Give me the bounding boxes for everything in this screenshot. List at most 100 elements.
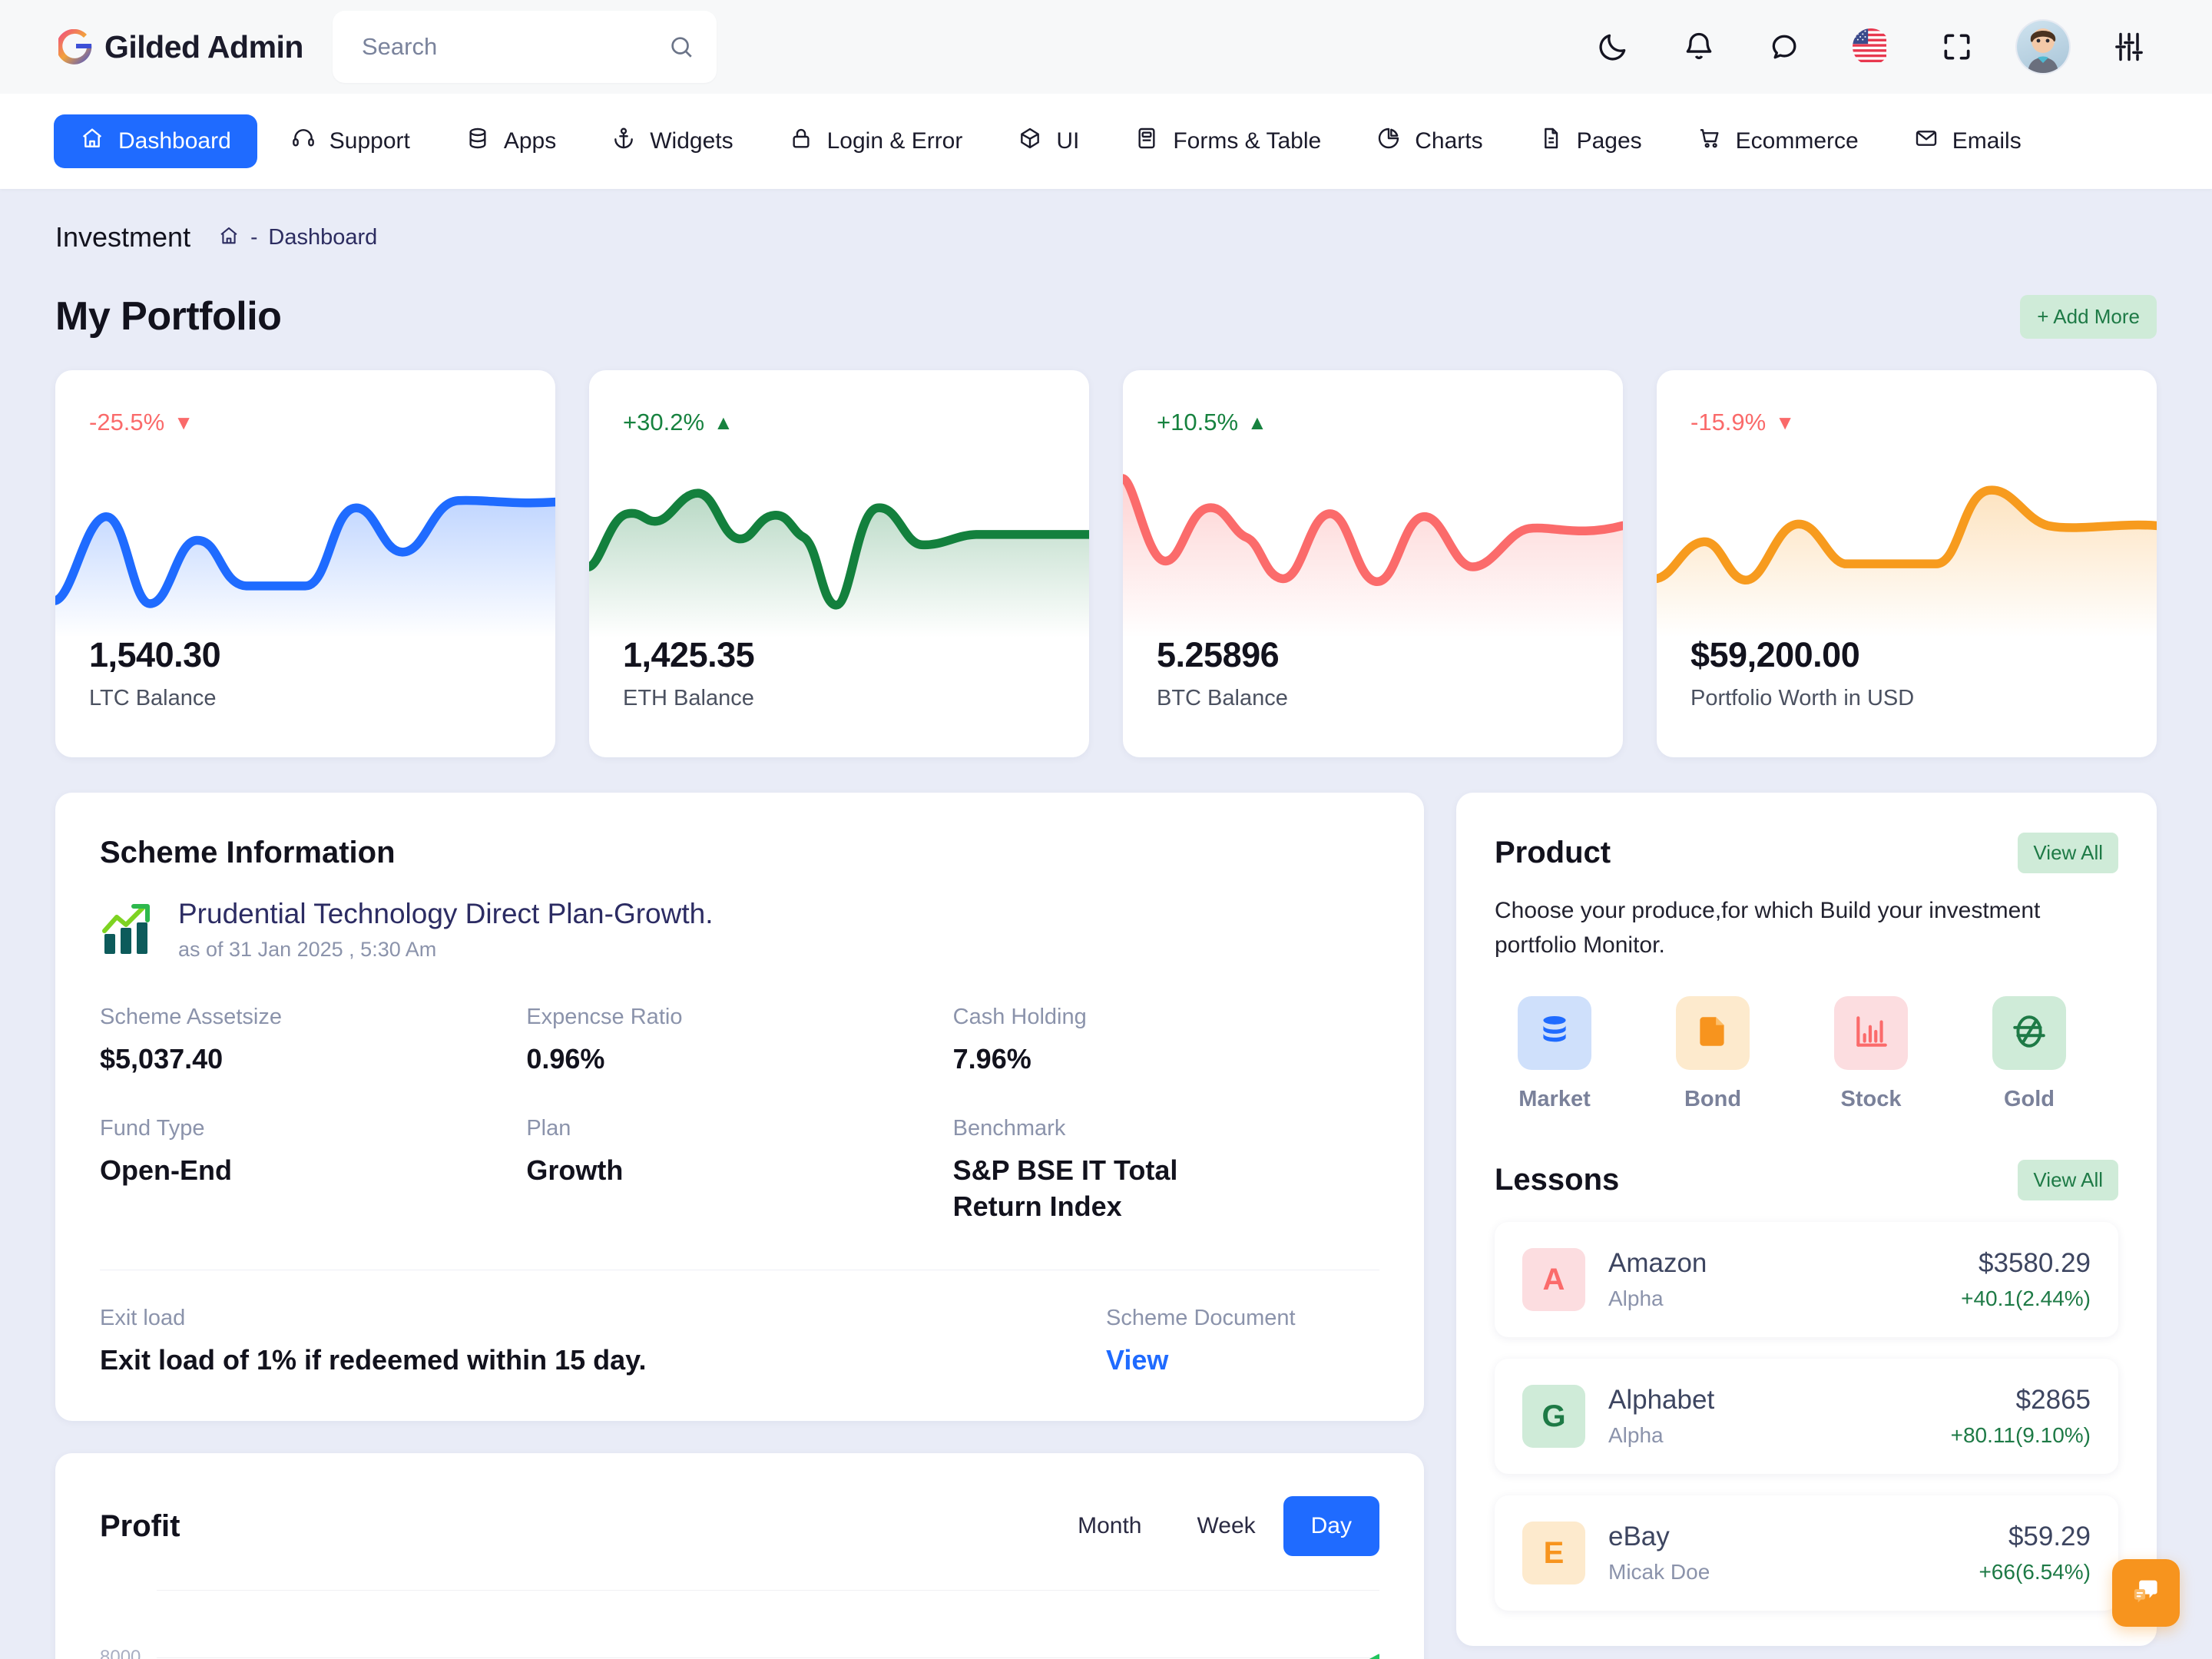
lesson-badge: A (1522, 1248, 1585, 1311)
tab-week[interactable]: Week (1169, 1496, 1283, 1556)
trend-up-icon: ▲ (1247, 411, 1267, 434)
chat-icon[interactable] (1742, 12, 1828, 81)
sparkline-chart (55, 461, 555, 637)
product-item-market[interactable]: Market (1495, 996, 1614, 1112)
stat-value: 5.25896 (1157, 635, 1280, 674)
search-box[interactable] (332, 11, 717, 83)
nav-item-ecommerce[interactable]: Ecommerce (1676, 114, 1880, 168)
settings-sliders-icon[interactable] (2086, 12, 2172, 81)
lesson-price: $2865 (2015, 1385, 2091, 1415)
stat-change: +10.5% ▲ (1123, 370, 1623, 436)
list-item[interactable]: G Alphabet Alpha $2865 +80.11(9.10%) (1495, 1359, 2118, 1474)
lessons-header: Lessons View All (1495, 1160, 2118, 1200)
stat-value: $59,200.00 (1690, 635, 1860, 674)
fact-value: 7.96% (952, 1043, 1031, 1075)
lesson-change: +66(6.54%) (1979, 1560, 2091, 1584)
nav-item-apps[interactable]: Apps (444, 114, 578, 168)
nav-item-emails[interactable]: Emails (1892, 114, 2043, 168)
lesson-name: Alphabet (1608, 1385, 1715, 1415)
document-icon (1538, 126, 1563, 157)
search-icon[interactable] (668, 34, 694, 60)
portfolio-title: My Portfolio (55, 294, 282, 339)
tab-day[interactable]: Day (1283, 1496, 1379, 1557)
brand-name: Gilded Admin (104, 28, 303, 65)
right-column-panel: Product View All Choose your produce,for… (1456, 793, 2157, 1646)
nav-item-charts[interactable]: Charts (1355, 114, 1504, 168)
product-item-gold[interactable]: Gold (1969, 996, 2089, 1112)
nav-label: Charts (1415, 128, 1483, 154)
nav-item-ui[interactable]: UI (996, 114, 1101, 168)
brand-logo-icon (56, 28, 94, 65)
pie-chart-icon (1376, 126, 1401, 157)
lessons-view-all-button[interactable]: View All (2018, 1160, 2118, 1200)
home-icon[interactable] (218, 225, 240, 250)
nav-item-login-error[interactable]: Login & Error (767, 114, 985, 168)
fact-key: Expencse Ratio (526, 1005, 683, 1029)
nav-item-support[interactable]: Support (270, 114, 432, 168)
scheme-document-key: Scheme Document (1106, 1305, 1296, 1330)
brand[interactable]: Gilded Admin (56, 28, 303, 65)
top-header: Gilded Admin (0, 0, 2212, 94)
product-items: Market Bond Stock Gold (1495, 996, 2118, 1112)
product-item-stock[interactable]: Stock (1811, 996, 1931, 1112)
moon-icon[interactable] (1570, 12, 1656, 81)
nav-item-pages[interactable]: Pages (1517, 114, 1664, 168)
fact-cash-holding: Cash Holding 7.96% (953, 1005, 1379, 1116)
stat-card-btc[interactable]: +10.5% ▲ 5.25896 BTC Balance (1123, 370, 1623, 757)
flag-us-icon[interactable] (1828, 12, 1914, 81)
chat-support-fab[interactable] (2112, 1559, 2180, 1627)
scheme-document-view-link[interactable]: View (1106, 1342, 1379, 1379)
profit-curve (157, 1644, 1379, 1659)
growth-bars-icon (100, 902, 157, 959)
nav-item-forms-table[interactable]: Forms & Table (1113, 114, 1343, 168)
profit-title: Profit (100, 1508, 180, 1543)
stat-label: LTC Balance (89, 686, 217, 710)
add-more-button[interactable]: + Add More (2020, 294, 2157, 339)
product-item-bond[interactable]: Bond (1653, 996, 1773, 1112)
nav-label: Emails (1952, 128, 2022, 154)
fact-value: $5,037.40 (100, 1043, 224, 1075)
fullscreen-icon[interactable] (1914, 12, 2000, 81)
nav-label: Dashboard (118, 128, 231, 154)
fact-scheme-assetsize: Scheme Assetsize $5,037.40 (100, 1005, 526, 1116)
trend-down-icon: ▼ (1775, 411, 1795, 434)
nav-label: Apps (503, 128, 557, 154)
list-item[interactable]: E eBay Micak Doe $59.29 +66(6.54%) (1495, 1495, 2118, 1611)
bar-chart-icon (1852, 1012, 1890, 1055)
lesson-badge: E (1522, 1522, 1585, 1584)
fact-value: Open-End (100, 1154, 232, 1186)
breadcrumb-current[interactable]: Dashboard (268, 225, 377, 250)
main-content-grid: Scheme Information Prudential Technology… (55, 793, 2157, 1659)
nav-item-widgets[interactable]: Widgets (590, 114, 754, 168)
portfolio-stat-cards: -25.5% ▼ 1,540.30 LTC Balance +30.2% ▲ 1… (55, 370, 2157, 757)
bell-icon[interactable] (1656, 12, 1742, 81)
list-item[interactable]: A Amazon Alpha $3580.29 +40.1(2.44%) (1495, 1222, 2118, 1337)
nav-label: Pages (1576, 128, 1642, 154)
product-view-all-button[interactable]: View All (2018, 833, 2118, 873)
stat-change-value: -15.9% (1690, 409, 1767, 435)
nav-label: Ecommerce (1735, 128, 1859, 154)
nav-item-dashboard[interactable]: Dashboard (54, 114, 257, 168)
scheme-name[interactable]: Prudential Technology Direct Plan-Growth… (178, 898, 714, 930)
tab-month[interactable]: Month (1050, 1496, 1169, 1556)
database-icon (465, 126, 490, 157)
scheme-information-card: Scheme Information Prudential Technology… (55, 793, 1424, 1422)
fact-value: S&P BSE IT Total Return Index (952, 1154, 1178, 1223)
product-description: Choose your produce,for which Build your… (1495, 898, 2041, 958)
nav-label: Support (329, 128, 410, 154)
file-icon (1694, 1012, 1732, 1055)
stat-card-portfolio-worth[interactable]: -15.9% ▼ $59,200.00 Portfolio Worth in U… (1657, 370, 2157, 757)
profit-card: Profit Month Week Day 8000 7000 (55, 1453, 1424, 1659)
coin-icon (2010, 1012, 2048, 1055)
avatar[interactable] (2000, 12, 2086, 81)
stat-card-eth[interactable]: +30.2% ▲ 1,425.35 ETH Balance (589, 370, 1089, 757)
stat-change-value: -25.5% (89, 409, 165, 435)
stat-card-ltc[interactable]: -25.5% ▼ 1,540.30 LTC Balance (55, 370, 555, 757)
fact-value: Growth (526, 1154, 624, 1186)
database-stack-icon (1535, 1012, 1574, 1055)
nav-label: UI (1056, 128, 1080, 154)
stat-change: -25.5% ▼ (55, 370, 555, 436)
lesson-name: eBay (1608, 1522, 1670, 1551)
search-input[interactable] (361, 33, 668, 61)
stat-change-value: +10.5% (1157, 409, 1239, 435)
